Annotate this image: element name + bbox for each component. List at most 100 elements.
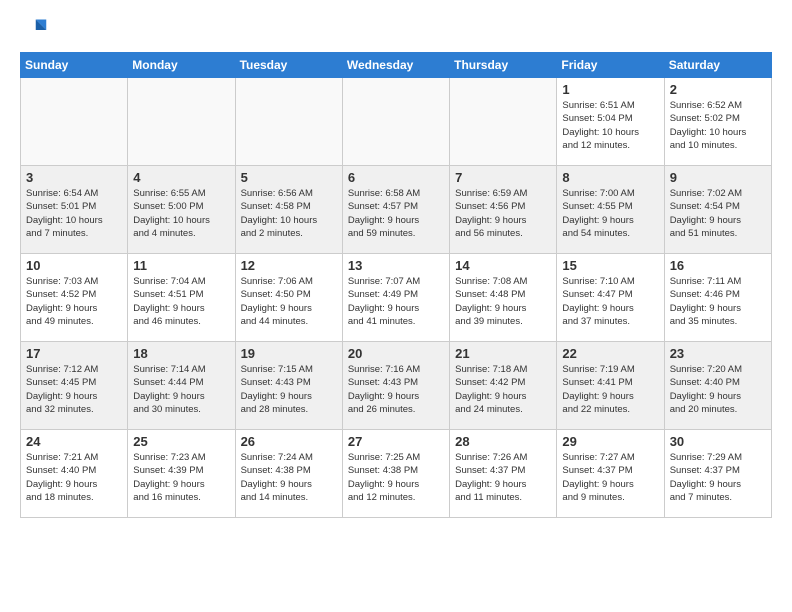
weekday-header-friday: Friday — [557, 53, 664, 78]
day-info: Sunrise: 7:24 AM Sunset: 4:38 PM Dayligh… — [241, 451, 337, 504]
calendar-cell: 14 Sunrise: 7:08 AM Sunset: 4:48 PM Dayli… — [450, 254, 557, 342]
day-info: Sunrise: 7:11 AM Sunset: 4:46 PM Dayligh… — [670, 275, 766, 328]
calendar-cell: 21 Sunrise: 7:18 AM Sunset: 4:42 PM Dayli… — [450, 342, 557, 430]
calendar-week-row: 10Sunrise: 7:03 AM Sunset: 4:52 PM Dayli… — [21, 254, 772, 342]
calendar-cell: 13 Sunrise: 7:07 AM Sunset: 4:49 PM Dayli… — [342, 254, 449, 342]
calendar-cell: 28Sunrise: 7:26 AM Sunset: 4:37 PM Dayli… — [450, 430, 557, 518]
calendar-cell: 4 Sunrise: 6:55 AM Sunset: 5:00 PM Daylig… — [128, 166, 235, 254]
day-info: Sunrise: 7:15 AM Sunset: 4:43 PM Dayligh… — [241, 363, 337, 416]
day-info: Sunrise: 7:10 AM Sunset: 4:47 PM Dayligh… — [562, 275, 658, 328]
day-info: Sunrise: 6:59 AM Sunset: 4:56 PM Dayligh… — [455, 187, 551, 240]
day-info: Sunrise: 7:12 AM Sunset: 4:45 PM Dayligh… — [26, 363, 122, 416]
weekday-header-wednesday: Wednesday — [342, 53, 449, 78]
weekday-header-saturday: Saturday — [664, 53, 771, 78]
page: SundayMondayTuesdayWednesdayThursdayFrid… — [0, 0, 792, 530]
day-info: Sunrise: 7:25 AM Sunset: 4:38 PM Dayligh… — [348, 451, 444, 504]
calendar-week-row: 1 Sunrise: 6:51 AM Sunset: 5:04 PM Daylig… — [21, 78, 772, 166]
day-info: Sunrise: 6:56 AM Sunset: 4:58 PM Dayligh… — [241, 187, 337, 240]
calendar-cell: 22 Sunrise: 7:19 AM Sunset: 4:41 PM Dayli… — [557, 342, 664, 430]
day-number: 29 — [562, 434, 658, 449]
calendar-cell: 27 Sunrise: 7:25 AM Sunset: 4:38 PM Dayli… — [342, 430, 449, 518]
day-info: Sunrise: 7:27 AM Sunset: 4:37 PM Dayligh… — [562, 451, 658, 504]
calendar-week-row: 17 Sunrise: 7:12 AM Sunset: 4:45 PM Dayli… — [21, 342, 772, 430]
calendar-cell: 12 Sunrise: 7:06 AM Sunset: 4:50 PM Dayli… — [235, 254, 342, 342]
weekday-header-thursday: Thursday — [450, 53, 557, 78]
calendar-cell: 5 Sunrise: 6:56 AM Sunset: 4:58 PM Daylig… — [235, 166, 342, 254]
day-number: 5 — [241, 170, 337, 185]
calendar-week-row: 24Sunrise: 7:21 AM Sunset: 4:40 PM Dayli… — [21, 430, 772, 518]
calendar-cell: 8 Sunrise: 7:00 AM Sunset: 4:55 PM Daylig… — [557, 166, 664, 254]
day-number: 16 — [670, 258, 766, 273]
calendar-cell: 7 Sunrise: 6:59 AM Sunset: 4:56 PM Daylig… — [450, 166, 557, 254]
calendar-cell — [128, 78, 235, 166]
calendar-cell: 30 Sunrise: 7:29 AM Sunset: 4:37 PM Dayli… — [664, 430, 771, 518]
day-number: 12 — [241, 258, 337, 273]
calendar-cell: 17 Sunrise: 7:12 AM Sunset: 4:45 PM Dayli… — [21, 342, 128, 430]
day-info: Sunrise: 7:20 AM Sunset: 4:40 PM Dayligh… — [670, 363, 766, 416]
calendar-cell: 29 Sunrise: 7:27 AM Sunset: 4:37 PM Dayli… — [557, 430, 664, 518]
day-number: 26 — [241, 434, 337, 449]
logo — [20, 16, 52, 44]
day-number: 17 — [26, 346, 122, 361]
calendar-header-row: SundayMondayTuesdayWednesdayThursdayFrid… — [21, 53, 772, 78]
day-info: Sunrise: 7:23 AM Sunset: 4:39 PM Dayligh… — [133, 451, 229, 504]
day-info: Sunrise: 7:04 AM Sunset: 4:51 PM Dayligh… — [133, 275, 229, 328]
day-number: 13 — [348, 258, 444, 273]
day-number: 7 — [455, 170, 551, 185]
day-number: 15 — [562, 258, 658, 273]
calendar-cell: 3Sunrise: 6:54 AM Sunset: 5:01 PM Daylig… — [21, 166, 128, 254]
day-number: 1 — [562, 82, 658, 97]
day-info: Sunrise: 7:03 AM Sunset: 4:52 PM Dayligh… — [26, 275, 122, 328]
day-info: Sunrise: 7:02 AM Sunset: 4:54 PM Dayligh… — [670, 187, 766, 240]
calendar-cell: 26 Sunrise: 7:24 AM Sunset: 4:38 PM Dayli… — [235, 430, 342, 518]
day-number: 19 — [241, 346, 337, 361]
day-number: 8 — [562, 170, 658, 185]
day-number: 22 — [562, 346, 658, 361]
day-info: Sunrise: 7:18 AM Sunset: 4:42 PM Dayligh… — [455, 363, 551, 416]
calendar-cell — [21, 78, 128, 166]
day-info: Sunrise: 6:55 AM Sunset: 5:00 PM Dayligh… — [133, 187, 229, 240]
weekday-header-sunday: Sunday — [21, 53, 128, 78]
calendar-cell: 20Sunrise: 7:16 AM Sunset: 4:43 PM Dayli… — [342, 342, 449, 430]
calendar-cell: 1 Sunrise: 6:51 AM Sunset: 5:04 PM Daylig… — [557, 78, 664, 166]
day-info: Sunrise: 7:00 AM Sunset: 4:55 PM Dayligh… — [562, 187, 658, 240]
day-info: Sunrise: 7:14 AM Sunset: 4:44 PM Dayligh… — [133, 363, 229, 416]
day-info: Sunrise: 6:52 AM Sunset: 5:02 PM Dayligh… — [670, 99, 766, 152]
day-number: 9 — [670, 170, 766, 185]
day-number: 30 — [670, 434, 766, 449]
calendar-cell: 16 Sunrise: 7:11 AM Sunset: 4:46 PM Dayli… — [664, 254, 771, 342]
day-info: Sunrise: 6:51 AM Sunset: 5:04 PM Dayligh… — [562, 99, 658, 152]
calendar-cell: 24Sunrise: 7:21 AM Sunset: 4:40 PM Dayli… — [21, 430, 128, 518]
calendar-cell: 10Sunrise: 7:03 AM Sunset: 4:52 PM Dayli… — [21, 254, 128, 342]
day-number: 20 — [348, 346, 444, 361]
day-number: 4 — [133, 170, 229, 185]
day-number: 2 — [670, 82, 766, 97]
weekday-header-monday: Monday — [128, 53, 235, 78]
day-number: 23 — [670, 346, 766, 361]
header — [20, 16, 772, 44]
calendar-cell: 11Sunrise: 7:04 AM Sunset: 4:51 PM Dayli… — [128, 254, 235, 342]
day-number: 24 — [26, 434, 122, 449]
day-number: 21 — [455, 346, 551, 361]
calendar-cell: 25 Sunrise: 7:23 AM Sunset: 4:39 PM Dayli… — [128, 430, 235, 518]
day-info: Sunrise: 7:08 AM Sunset: 4:48 PM Dayligh… — [455, 275, 551, 328]
calendar-cell — [450, 78, 557, 166]
day-info: Sunrise: 6:54 AM Sunset: 5:01 PM Dayligh… — [26, 187, 122, 240]
day-number: 6 — [348, 170, 444, 185]
day-info: Sunrise: 7:26 AM Sunset: 4:37 PM Dayligh… — [455, 451, 551, 504]
day-number: 27 — [348, 434, 444, 449]
calendar-cell: 15 Sunrise: 7:10 AM Sunset: 4:47 PM Dayli… — [557, 254, 664, 342]
day-info: Sunrise: 7:29 AM Sunset: 4:37 PM Dayligh… — [670, 451, 766, 504]
day-number: 25 — [133, 434, 229, 449]
weekday-header-tuesday: Tuesday — [235, 53, 342, 78]
calendar-cell: 2 Sunrise: 6:52 AM Sunset: 5:02 PM Daylig… — [664, 78, 771, 166]
calendar-cell: 19 Sunrise: 7:15 AM Sunset: 4:43 PM Dayli… — [235, 342, 342, 430]
day-number: 14 — [455, 258, 551, 273]
day-info: Sunrise: 7:06 AM Sunset: 4:50 PM Dayligh… — [241, 275, 337, 328]
calendar-cell — [342, 78, 449, 166]
calendar-cell: 9 Sunrise: 7:02 AM Sunset: 4:54 PM Daylig… — [664, 166, 771, 254]
day-info: Sunrise: 6:58 AM Sunset: 4:57 PM Dayligh… — [348, 187, 444, 240]
day-info: Sunrise: 7:19 AM Sunset: 4:41 PM Dayligh… — [562, 363, 658, 416]
day-info: Sunrise: 7:07 AM Sunset: 4:49 PM Dayligh… — [348, 275, 444, 328]
calendar-cell: 23 Sunrise: 7:20 AM Sunset: 4:40 PM Dayli… — [664, 342, 771, 430]
